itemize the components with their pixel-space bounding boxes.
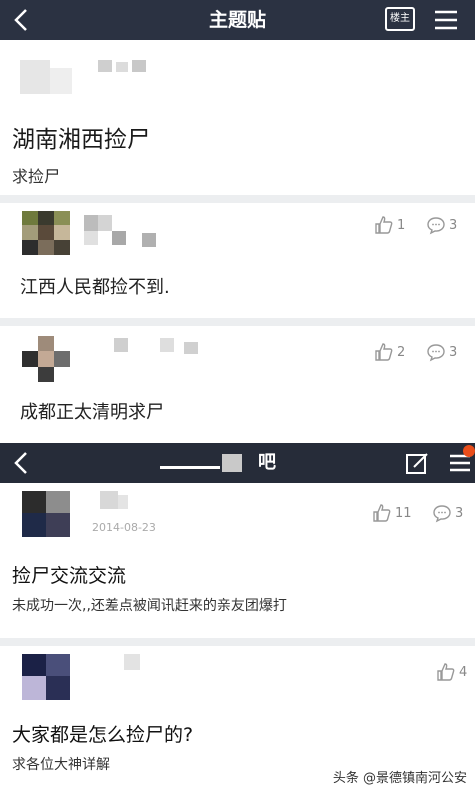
comment-button[interactable]: 3 — [426, 215, 457, 235]
thumb-up-icon — [375, 343, 393, 361]
thread-title: 湖南湘西捡尸 — [12, 127, 150, 153]
comment-button[interactable]: 3 — [432, 503, 463, 523]
username-blurred — [114, 338, 204, 358]
menu-icon[interactable] — [433, 8, 459, 32]
edit-icon[interactable] — [405, 452, 429, 476]
post-body: 未成功一次,,还差点被闻讯赶来的亲友团爆打 — [12, 598, 287, 614]
avatar — [22, 336, 70, 382]
author-avatar-blurred — [20, 60, 80, 94]
avatar — [22, 211, 70, 255]
thumb-up-icon — [437, 663, 455, 681]
reply-card[interactable]: 2 3 成都正太清明求尸 — [0, 326, 475, 443]
post-title: 捡尸交流交流 — [12, 565, 127, 587]
top-nav-bar: 主题贴 楼主 — [0, 0, 475, 40]
comment-icon — [433, 505, 451, 523]
forum-name-blurred — [160, 454, 250, 474]
post-title: 大家都是怎么捡尸的? — [12, 724, 194, 746]
forum-nav-bar: 吧 — [0, 443, 475, 483]
comment-icon — [427, 217, 445, 235]
comment-icon — [427, 344, 445, 362]
thumb-up-icon — [375, 216, 393, 234]
author-name-blurred — [98, 60, 158, 74]
post-card[interactable]: 2014-08-23 11 3 捡尸交流交流 未成功一次,,还差点被闻讯赶来的亲… — [0, 483, 475, 638]
divider — [0, 638, 475, 646]
back-icon[interactable] — [8, 449, 36, 477]
reply-text: 江西人民都捡不到. — [20, 277, 170, 298]
notification-dot — [463, 445, 475, 457]
comment-button[interactable]: 3 — [426, 342, 457, 362]
thread-subtitle: 求捡尸 — [12, 167, 61, 186]
divider — [0, 195, 475, 203]
watermark: 头条 @景德镇南河公安 — [332, 771, 467, 786]
username-blurred — [124, 654, 144, 674]
like-button[interactable]: 2 — [374, 342, 405, 362]
post-body: 求各位大神详解 — [12, 757, 110, 773]
avatar — [22, 654, 70, 700]
forum-title: 吧 — [258, 452, 276, 473]
thumb-up-icon — [373, 504, 391, 522]
divider — [0, 318, 475, 326]
like-button[interactable]: 4 — [436, 662, 467, 682]
like-button[interactable]: 1 — [374, 215, 405, 235]
post-date: 2014-08-23 — [92, 521, 156, 534]
reply-text: 成都正太清明求尸 — [20, 402, 164, 423]
username-blurred — [84, 215, 164, 247]
like-button[interactable]: 11 — [372, 503, 412, 523]
thread-header: 湖南湘西捡尸 求捡尸 — [0, 40, 475, 195]
owner-only-button[interactable]: 楼主 — [385, 7, 415, 31]
reply-card[interactable]: 1 3 江西人民都捡不到. — [0, 203, 475, 318]
avatar — [22, 491, 70, 537]
username-blurred — [100, 491, 140, 511]
